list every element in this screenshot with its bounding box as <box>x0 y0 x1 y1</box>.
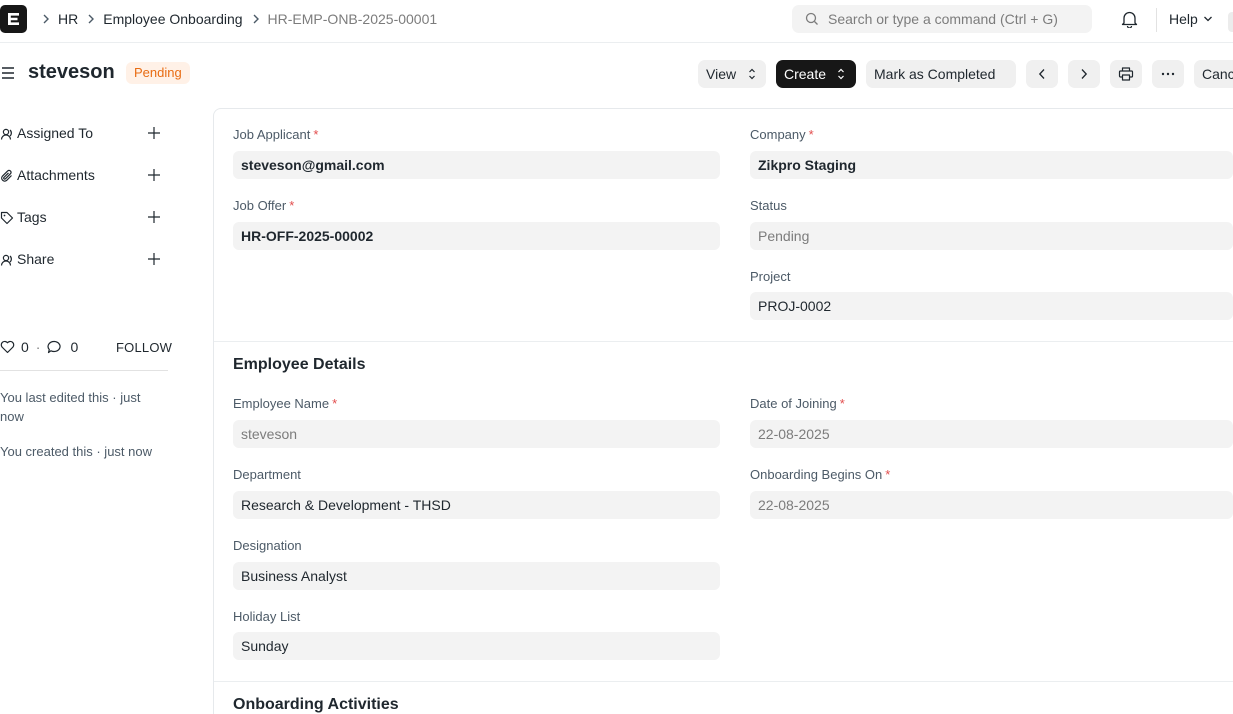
navbar-divider <box>1156 8 1157 32</box>
job-applicant-label: Job Applicant * <box>233 127 319 142</box>
add-share-icon[interactable] <box>147 252 161 266</box>
create-button[interactable]: Create <box>776 60 856 88</box>
create-button-label: Create <box>784 66 827 82</box>
comment-icon[interactable] <box>47 340 62 354</box>
ellipsis-icon <box>1161 72 1175 76</box>
designation-field[interactable]: Business Analyst <box>233 562 720 590</box>
add-assignee-icon[interactable] <box>147 126 161 140</box>
paperclip-icon <box>1 169 12 182</box>
comment-count: 0 <box>70 339 79 355</box>
chevron-left-icon <box>1038 69 1045 79</box>
sidebar-item-label: Assigned To <box>17 125 94 141</box>
page-title: steveson <box>28 61 115 83</box>
share-icon <box>0 254 12 266</box>
chevron-down-icon <box>1203 16 1212 22</box>
department-field[interactable]: Research & Development - THSD <box>233 491 720 519</box>
cancel-button[interactable]: Cancel <box>1194 60 1233 88</box>
chevron-right-icon <box>252 14 260 24</box>
designation-label: Designation <box>233 538 302 553</box>
sidebar-item-label: Share <box>17 251 55 267</box>
company-label: Company * <box>750 127 814 142</box>
notification-bell-icon[interactable] <box>1121 10 1138 31</box>
breadcrumb-current-record[interactable]: HR-EMP-ONB-2025-00001 <box>268 11 438 27</box>
sidebar-item-share[interactable]: Share <box>0 249 170 271</box>
separator-dot: · <box>35 339 41 355</box>
employee-name-field[interactable]: steveson <box>233 420 720 448</box>
employee-name-label: Employee Name * <box>233 396 338 411</box>
timeline-created: You created this · just now <box>0 444 152 459</box>
onboarding-activities-heading[interactable]: Onboarding Activities <box>233 696 399 714</box>
holiday-list-field[interactable]: Sunday <box>233 632 720 660</box>
job-offer-label: Job Offer * <box>233 198 295 213</box>
form-card <box>213 108 1233 714</box>
date-of-joining-field[interactable]: 22-08-2025 <box>750 420 1233 448</box>
breadcrumb-hr[interactable]: HR <box>58 11 78 27</box>
previous-record-button[interactable] <box>1026 60 1058 88</box>
company-field[interactable]: Zikpro Staging <box>750 151 1233 179</box>
select-arrows-icon <box>838 68 844 80</box>
navbar: HR Employee Onboarding HR-EMP-ONB-2025-0… <box>0 0 1233 43</box>
more-actions-button[interactable] <box>1152 60 1184 88</box>
follow-button[interactable]: FOLLOW <box>116 340 172 355</box>
avatar[interactable] <box>1228 12 1233 32</box>
holiday-list-label: Holiday List <box>233 609 301 624</box>
mark-as-completed-button[interactable]: Mark as Completed <box>866 60 1016 88</box>
chevron-right-icon <box>1081 69 1088 79</box>
view-button[interactable]: View <box>698 60 766 88</box>
search-input[interactable]: Search or type a command (Ctrl + G) <box>792 5 1092 33</box>
status-field[interactable]: Pending <box>750 222 1233 250</box>
cancel-button-label: Cancel <box>1202 66 1233 82</box>
engagement-stats: 0 · 0 <box>0 339 78 355</box>
section-divider <box>214 681 1233 682</box>
job-offer-field[interactable]: HR-OFF-2025-00002 <box>233 222 720 250</box>
project-field[interactable]: PROJ-0002 <box>750 292 1233 320</box>
status-badge: Pending <box>126 62 190 84</box>
sidebar-item-attachments[interactable]: Attachments <box>0 165 170 187</box>
app-logo-icon[interactable] <box>0 5 27 33</box>
heart-icon[interactable] <box>0 340 15 354</box>
sidebar-item-label: Attachments <box>17 167 95 183</box>
onboarding-begins-on-field[interactable]: 22-08-2025 <box>750 491 1233 519</box>
onboarding-begins-on-label: Onboarding Begins On * <box>750 467 891 482</box>
timeline-last-edited: You last edited this · just now <box>0 390 141 424</box>
employee-details-heading[interactable]: Employee Details <box>233 356 366 374</box>
sidebar-item-tags[interactable]: Tags <box>0 207 170 229</box>
like-count: 0 <box>21 339 29 355</box>
tag-icon <box>0 211 14 225</box>
breadcrumb-employee-onboarding[interactable]: Employee Onboarding <box>103 11 242 27</box>
select-arrows-icon <box>749 68 755 80</box>
chevron-right-icon <box>42 14 50 24</box>
status-label: Status <box>750 198 787 213</box>
department-label: Department <box>233 467 301 482</box>
view-button-label: View <box>706 66 737 82</box>
search-icon <box>805 12 818 25</box>
sidebar-toggle-icon[interactable] <box>1 66 15 83</box>
assign-icon <box>0 128 12 140</box>
job-applicant-field[interactable]: steveson@gmail.com <box>233 151 720 179</box>
mark-as-completed-label: Mark as Completed <box>874 66 996 82</box>
help-label: Help <box>1169 11 1198 27</box>
help-dropdown[interactable]: Help <box>1169 11 1213 27</box>
project-label: Project <box>750 269 791 284</box>
date-of-joining-label: Date of Joining * <box>750 396 845 411</box>
next-record-button[interactable] <box>1068 60 1100 88</box>
breadcrumb: HR Employee Onboarding HR-EMP-ONB-2025-0… <box>38 11 437 27</box>
search-placeholder: Search or type a command (Ctrl + G) <box>828 11 1058 27</box>
print-button[interactable] <box>1110 60 1142 88</box>
sidebar-item-assigned-to[interactable]: Assigned To <box>0 123 170 145</box>
sidebar-item-label: Tags <box>17 209 47 225</box>
sidebar-divider <box>0 370 168 371</box>
chevron-right-icon <box>87 14 95 24</box>
section-divider <box>214 341 1233 342</box>
add-attachment-icon[interactable] <box>147 168 161 182</box>
printer-icon <box>1118 67 1134 81</box>
add-tag-icon[interactable] <box>147 210 161 224</box>
